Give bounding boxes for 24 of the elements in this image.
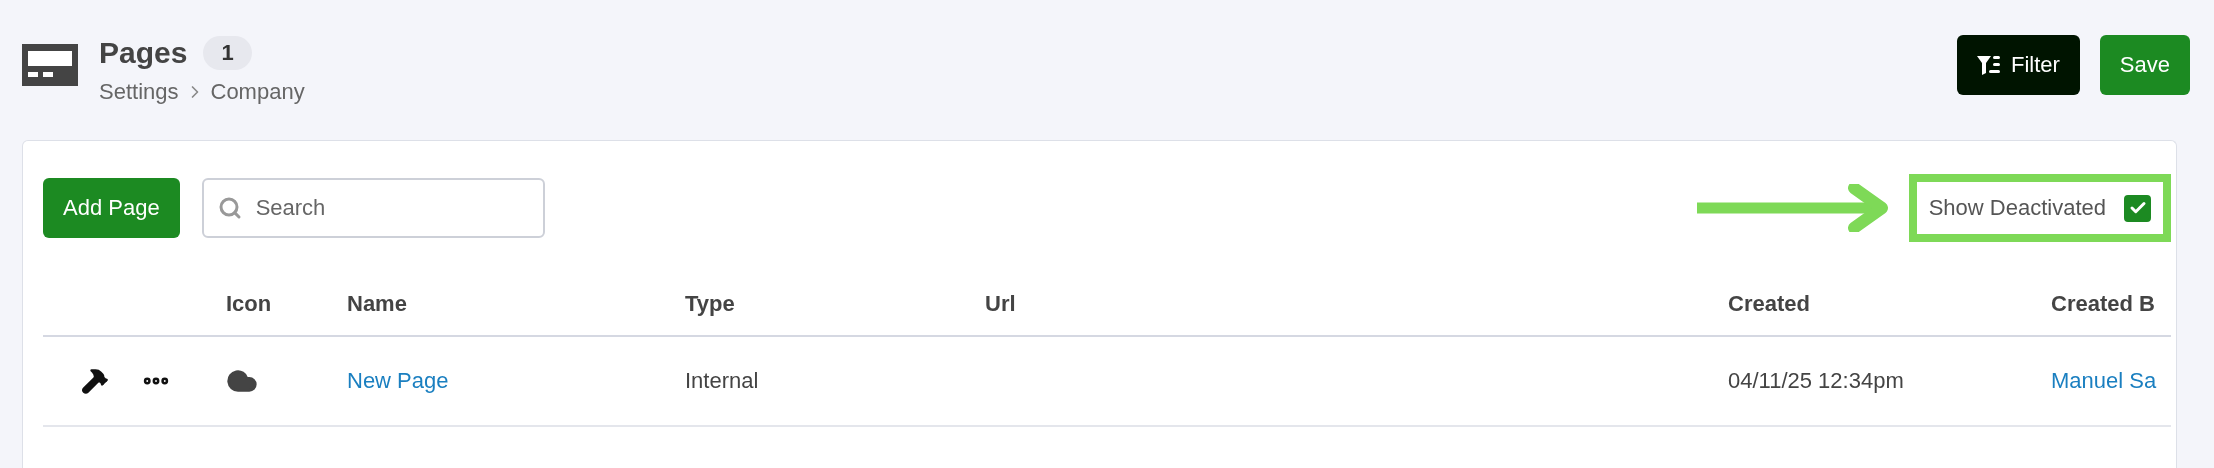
breadcrumb-link[interactable]: Company: [210, 79, 305, 105]
add-page-button[interactable]: Add Page: [43, 178, 180, 238]
page-layout-icon: [22, 44, 78, 86]
column-header: Name: [347, 271, 685, 337]
search-icon: [217, 196, 242, 220]
user-link[interactable]: Manuel Sa: [2051, 337, 2171, 427]
table-cell: 04/11/25 12:34pm: [1728, 337, 2051, 427]
column-header: Icon: [226, 271, 347, 337]
page-title: Pages: [99, 35, 188, 71]
filter-button[interactable]: Filter: [1956, 35, 2080, 95]
save-button[interactable]: Save: [2099, 35, 2190, 95]
search-field[interactable]: Search: [201, 178, 545, 238]
checkbox-label: Show Deactivated: [1928, 195, 2106, 221]
column-header: Created: [1728, 271, 2051, 337]
checkbox[interactable]: [2124, 194, 2151, 222]
column-header: Type: [685, 271, 985, 337]
hammer-icon[interactable]: [81, 367, 109, 395]
filter-icon: [1976, 55, 2001, 75]
column-header: Created B: [2051, 271, 2171, 337]
count-badge: 1: [203, 36, 252, 70]
breadcrumb-link[interactable]: Settings: [99, 79, 179, 105]
table-cell: Internal: [685, 337, 985, 427]
page-name-link[interactable]: New Page: [347, 337, 685, 427]
column-header: Url: [985, 271, 1728, 337]
